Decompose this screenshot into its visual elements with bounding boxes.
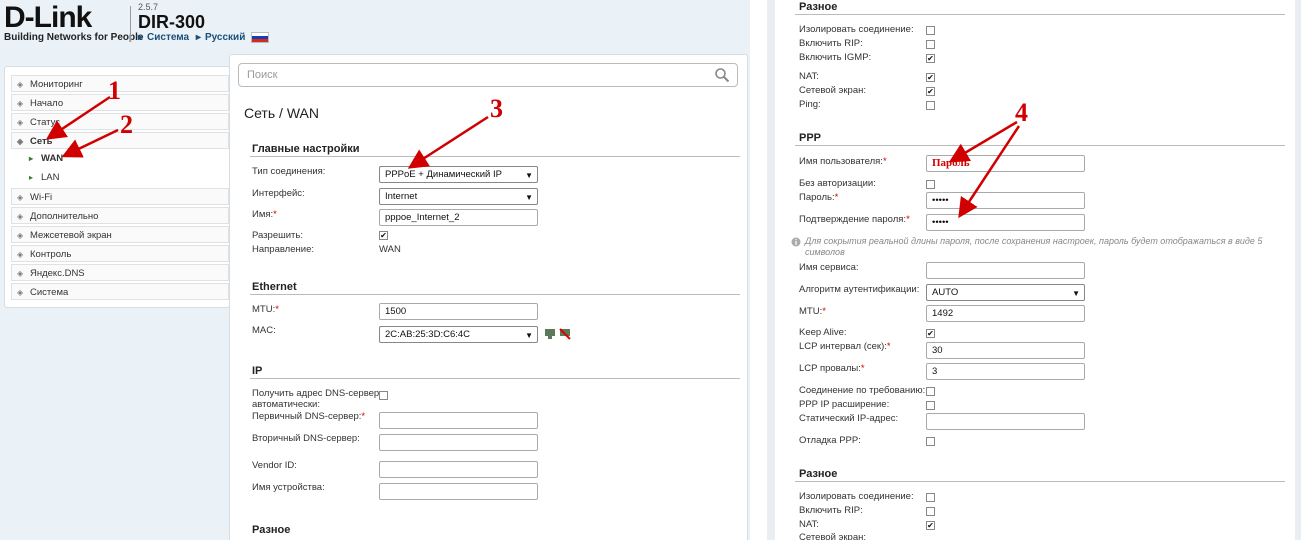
arrow-3 (407, 115, 489, 169)
gap (750, 0, 767, 540)
annotation-4: 4 (1015, 98, 1028, 127)
annotation-arrows-right (948, 120, 1021, 219)
arrow-4a (948, 120, 1018, 163)
arrow-1 (45, 95, 111, 140)
annotation-3: 3 (490, 94, 503, 123)
right-screenshot: Разное Изолировать соединение: Включить … (767, 0, 1301, 540)
left-screenshot: D-Link Building Networks for People 2.5.… (0, 0, 750, 540)
annotation-1: 1 (108, 76, 121, 105)
annotation-2: 2 (120, 110, 133, 139)
arrow-2 (61, 128, 119, 158)
